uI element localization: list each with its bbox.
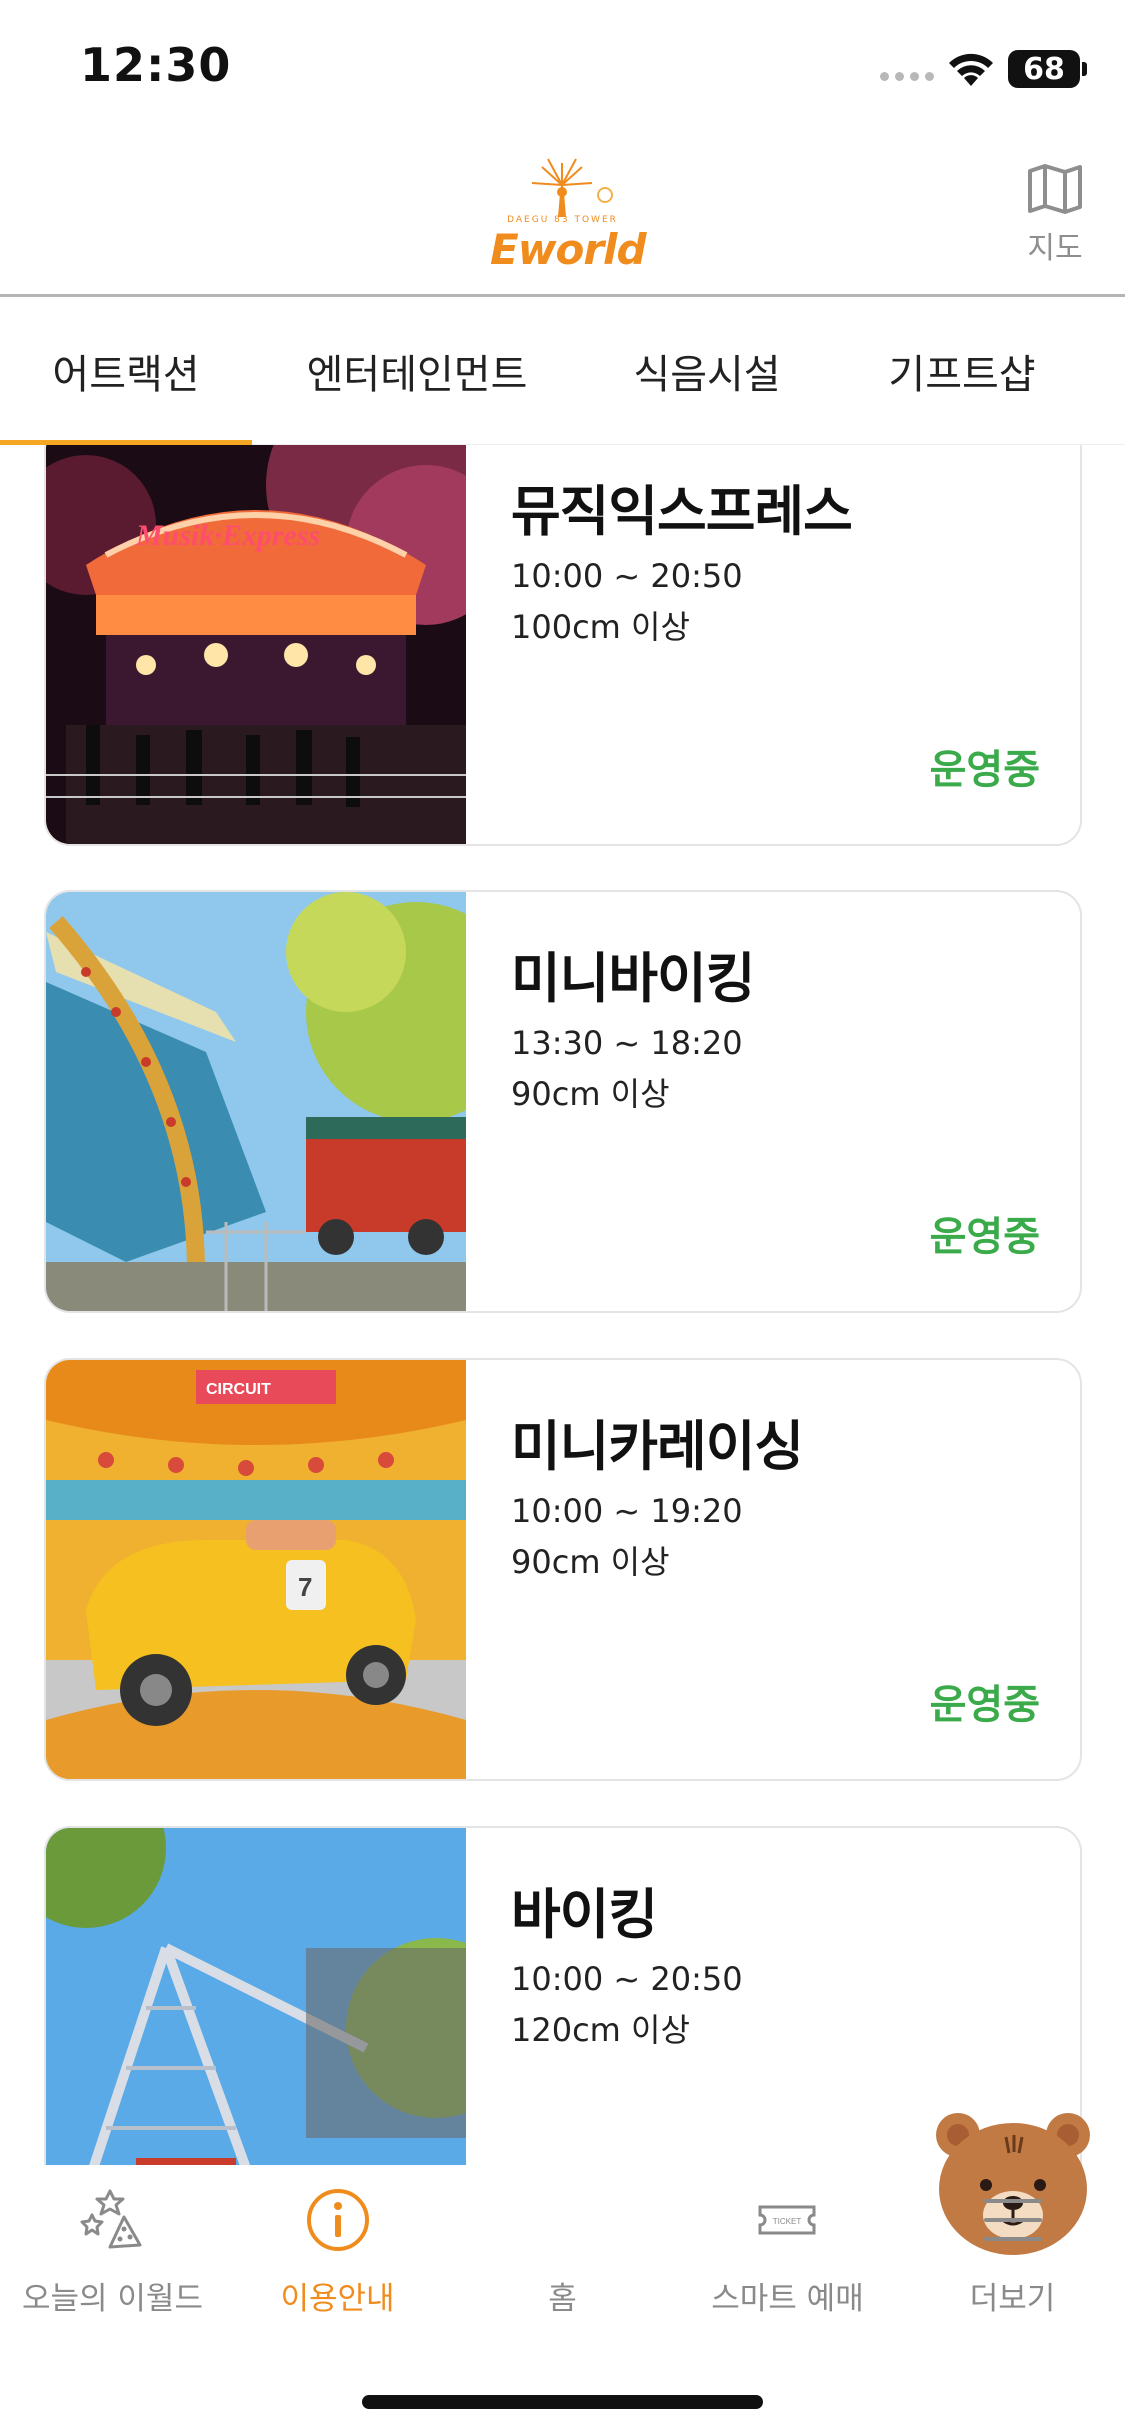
map-label: 지도: [1027, 231, 1083, 266]
menu-icon: [984, 2199, 1042, 2241]
operating-status-badge: 운영중: [929, 1214, 1040, 1260]
logo-text: Eworld: [490, 225, 647, 274]
fireworks-icon: [80, 2189, 142, 2249]
wifi-icon: [949, 53, 993, 86]
app-header: DAEGU 83 TOWER Eworld 지도: [0, 135, 1125, 297]
svg-text:Musik·Express: Musik·Express: [135, 519, 320, 552]
svg-text:CIRCUIT: CIRCUIT: [206, 1381, 271, 1398]
attraction-height-limit: 90cm 이상: [511, 1543, 670, 1581]
attraction-card-mini-car-racing[interactable]: CIRCUIT 7 미니카레이싱 10:00 ~ 19:20 90cm 이상 운…: [44, 1358, 1082, 1781]
tab-gift-shop[interactable]: 기프트샵: [832, 297, 1092, 445]
attraction-info: 미니카레이싱 10:00 ~ 19:20 90cm 이상 운영중: [511, 1360, 1040, 1779]
attraction-title: 미니카레이싱: [511, 1415, 804, 1478]
attraction-list[interactable]: Musik·Express 뮤직익스프레스 10:00 ~ 20:50 100c…: [0, 445, 1125, 2165]
attraction-photo-mini-car-racing: CIRCUIT 7: [46, 1360, 466, 1779]
nav-label: 오늘의 이월드: [22, 2281, 203, 2317]
ticket-icon: TICKET: [758, 2205, 816, 2235]
attraction-height-limit: 90cm 이상: [511, 1075, 670, 1113]
attraction-photo-music-express: Musik·Express: [46, 445, 466, 844]
attraction-hours: 10:00 ~ 20:50: [511, 557, 743, 595]
operating-status-badge: 운영중: [929, 747, 1040, 793]
operating-status-badge: 운영중: [929, 1682, 1040, 1728]
status-time: 12:30: [80, 38, 232, 92]
map-icon: [1028, 164, 1082, 214]
attraction-title: 미니바이킹: [511, 947, 755, 1010]
nav-label: 홈: [548, 2281, 577, 2317]
home-indicator[interactable]: [362, 2395, 763, 2409]
eworld-logo[interactable]: DAEGU 83 TOWER Eworld: [490, 155, 647, 275]
nav-label: 더보기: [969, 2281, 1056, 2317]
attraction-title: 뮤직익스프레스: [511, 480, 853, 543]
nav-label: 스마트 예매: [711, 2281, 864, 2317]
tab-food[interactable]: 식음시설: [582, 297, 832, 445]
tab-attractions[interactable]: 어트랙션: [0, 297, 252, 445]
tab-entertainment[interactable]: 엔터테인먼트: [252, 297, 582, 445]
attraction-photo-mini-viking: [46, 892, 466, 1311]
nav-home[interactable]: 홈: [450, 2113, 1090, 2355]
attraction-card-viking[interactable]: 바이킹 10:00 ~ 20:50 120cm 이상: [44, 1826, 1082, 2165]
attraction-title: 바이킹: [511, 1883, 658, 1946]
nav-label: 이용안내: [280, 2281, 395, 2317]
nav-more[interactable]: 더보기: [900, 2165, 1125, 2355]
nav-today-eworld[interactable]: 오늘의 이월드: [0, 2165, 225, 2355]
nav-smart-booking[interactable]: TICKET 스마트 예매: [675, 2165, 900, 2355]
attraction-photo-viking: [46, 1828, 466, 2165]
battery-indicator: 68: [1008, 50, 1080, 88]
svg-text:TICKET: TICKET: [773, 2217, 802, 2226]
attraction-info: 미니바이킹 13:30 ~ 18:20 90cm 이상 운영중: [511, 892, 1040, 1311]
nav-guide[interactable]: 이용안내: [225, 2165, 450, 2355]
attraction-card-music-express[interactable]: Musik·Express 뮤직익스프레스 10:00 ~ 20:50 100c…: [44, 445, 1082, 846]
attraction-hours: 13:30 ~ 18:20: [511, 1024, 743, 1062]
battery-tip: [1082, 62, 1087, 76]
svg-text:7: 7: [298, 1572, 312, 1602]
status-bar: 12:30 68: [0, 0, 1125, 135]
map-button[interactable]: 지도: [1010, 163, 1100, 273]
category-tabs: 어트랙션 엔터테인먼트 식음시설 기프트샵: [0, 297, 1125, 445]
attraction-info: 뮤직익스프레스 10:00 ~ 20:50 100cm 이상 운영중: [511, 445, 1040, 844]
cellular-signal-icon: [880, 72, 934, 81]
attraction-card-mini-viking[interactable]: 미니바이킹 13:30 ~ 18:20 90cm 이상 운영중: [44, 890, 1082, 1313]
logo-subtitle: DAEGU 83 TOWER: [507, 215, 618, 225]
attraction-height-limit: 100cm 이상: [511, 608, 690, 646]
attraction-hours: 10:00 ~ 19:20: [511, 1492, 743, 1530]
attraction-height-limit: 120cm 이상: [511, 2011, 690, 2049]
attraction-hours: 10:00 ~ 20:50: [511, 1960, 743, 1998]
info-icon: [307, 2189, 369, 2251]
